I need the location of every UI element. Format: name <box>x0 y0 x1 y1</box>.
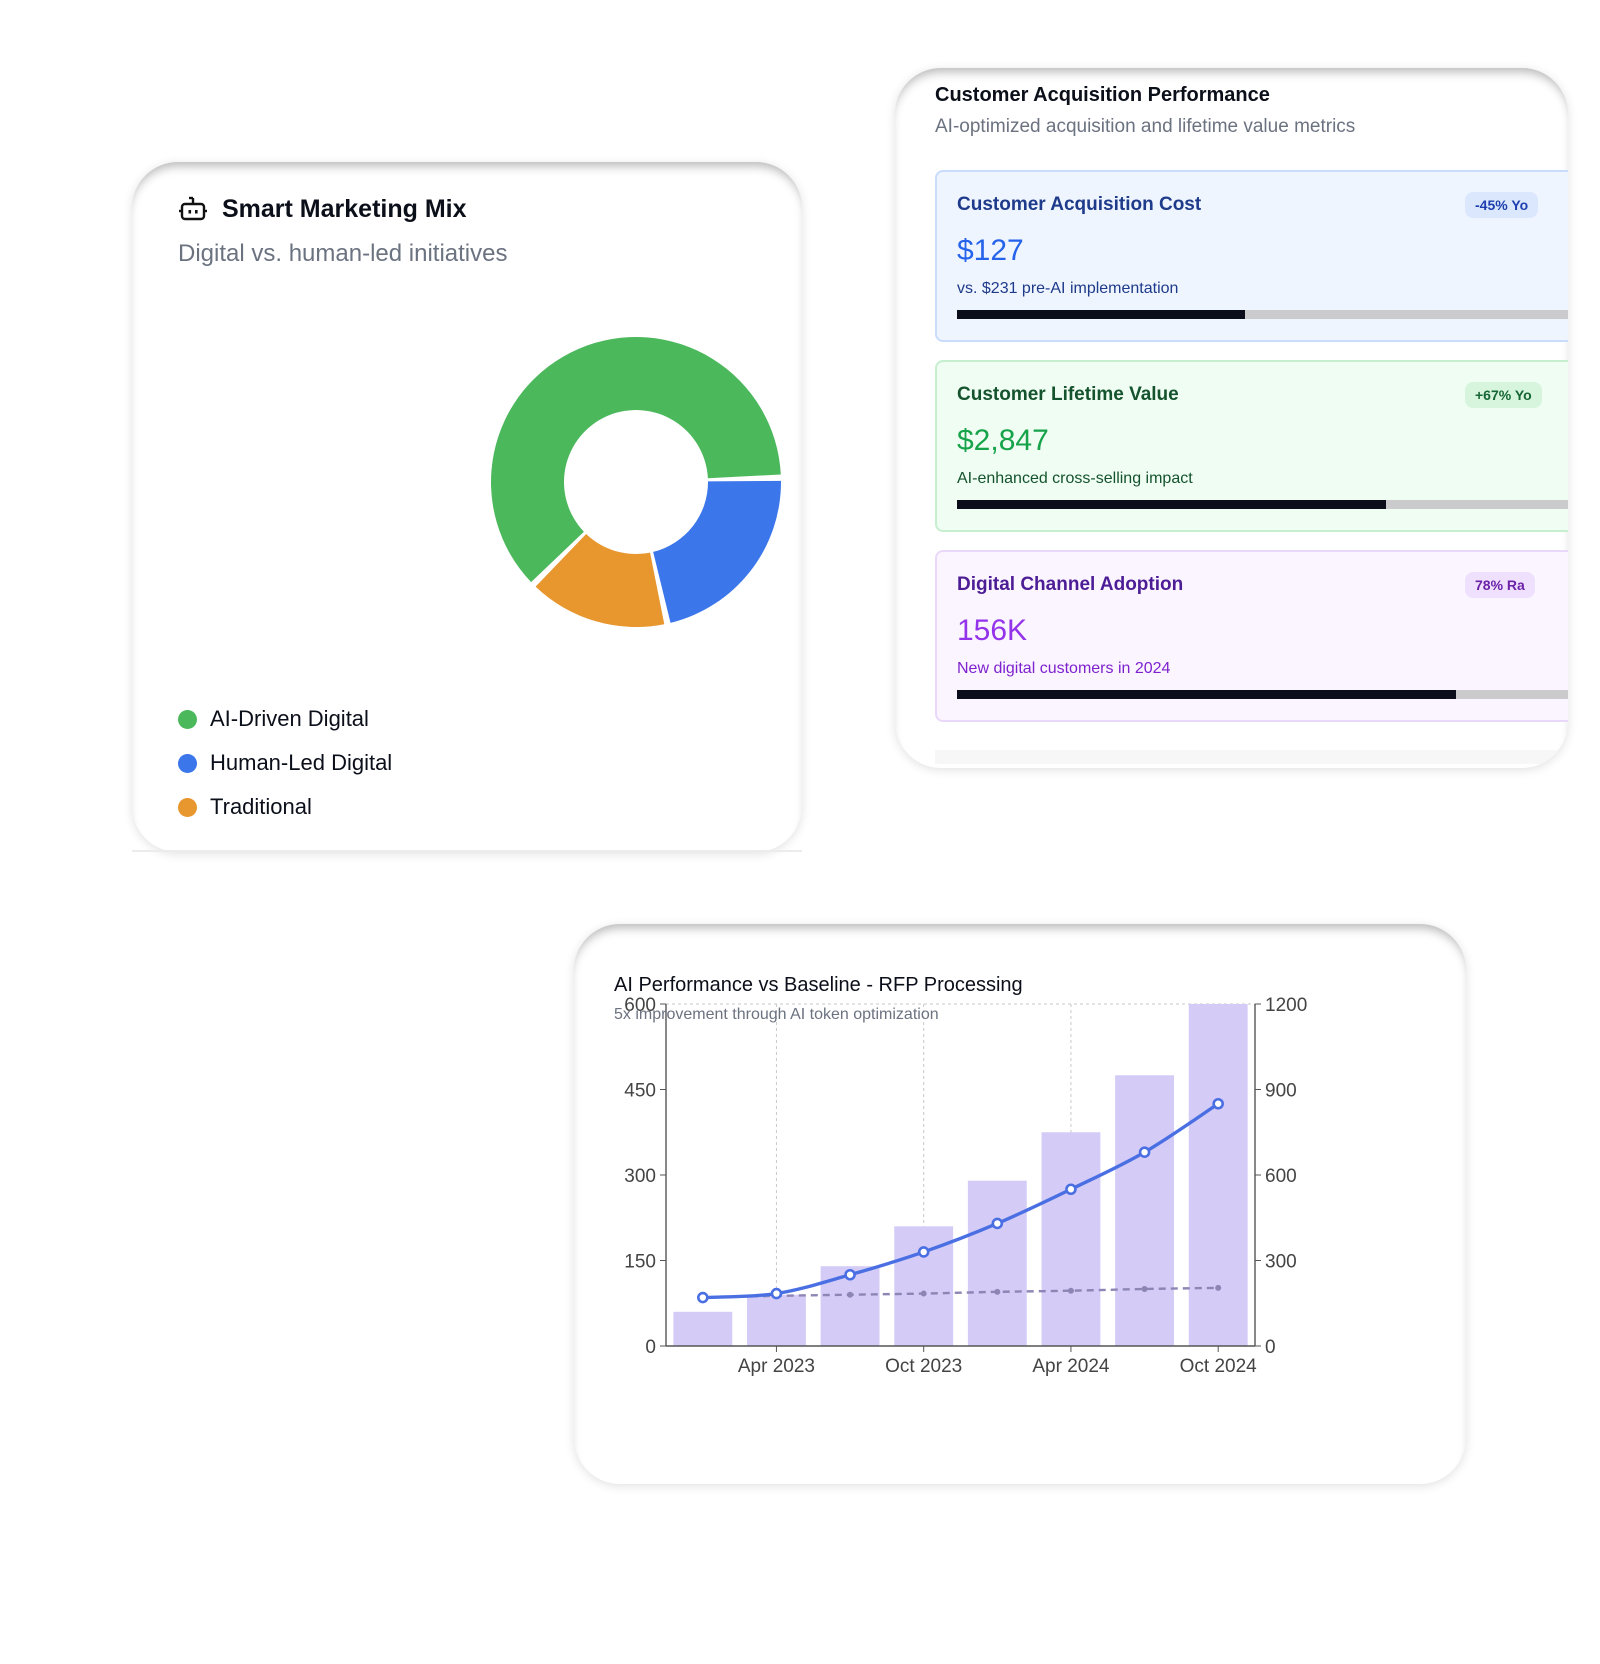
ai-performance-point <box>991 1217 1004 1230</box>
right-axis-tick-label: 1200 <box>1265 995 1307 1016</box>
marketing-mix-title: Smart Marketing Mix <box>222 194 467 223</box>
left-axis-tick-label: 450 <box>624 1081 656 1102</box>
left-axis-tick-label: 300 <box>624 1166 656 1187</box>
card-edge <box>132 850 802 852</box>
bar <box>1115 1075 1175 1346</box>
metric-note: vs. $231 pre-AI implementation <box>957 280 1179 297</box>
left-axis-tick-label: 0 <box>645 1337 656 1358</box>
x-axis-tick-label: Apr 2023 <box>738 1356 815 1377</box>
metric-acquisition-cost: Customer Acquisition Cost -45% Yo $127 v… <box>935 170 1568 342</box>
marketing-mix-legend: AI-Driven Digital Human-Led Digital Trad… <box>178 697 392 829</box>
legend-dot <box>178 753 197 773</box>
x-axis-tick-label: Apr 2024 <box>1032 1356 1110 1377</box>
right-axis-tick-label: 900 <box>1265 1081 1297 1102</box>
left-axis-tick-label: 150 <box>624 1252 656 1273</box>
metric-value: $2,847 <box>957 424 1049 457</box>
robot-icon <box>179 196 207 221</box>
acquisition-title: Customer Acquisition Performance <box>935 84 1270 106</box>
rate-badge: 78% Ra <box>1465 572 1535 598</box>
change-badge: -45% Yo <box>1465 192 1539 218</box>
metric-label: Customer Lifetime Value <box>957 384 1179 405</box>
performance-title: AI Performance vs Baseline - RFP Process… <box>614 974 1023 996</box>
x-axis-tick-label: Oct 2023 <box>885 1356 962 1377</box>
bar <box>673 1311 733 1346</box>
progress-bar <box>957 310 1568 319</box>
metric-label: Digital Channel Adoption <box>957 574 1184 595</box>
acquisition-subtitle: AI-optimized acquisition and lifetime va… <box>935 116 1356 137</box>
bar <box>1188 1004 1248 1346</box>
legend-label: AI-Driven Digital <box>210 706 369 731</box>
change-badge: +67% Yo <box>1465 382 1542 408</box>
ai-performance-point <box>917 1246 930 1258</box>
metric-value: 156K <box>957 614 1028 647</box>
acquisition-card: Customer Acquisition Performance AI-opti… <box>895 68 1568 768</box>
ai-performance-point <box>1065 1183 1077 1196</box>
metric-note: New digital customers in 2024 <box>957 660 1171 677</box>
baseline-point <box>1215 1284 1222 1291</box>
legend-item-human-led: Human-Led Digital <box>178 741 392 785</box>
progress-fill <box>957 690 1457 699</box>
x-axis-tick-label: Oct 2024 <box>1180 1356 1258 1377</box>
donut-slice-human-led <box>653 480 781 623</box>
metric-digital-adoption: Digital Channel Adoption 78% Ra 156K New… <box>935 550 1568 722</box>
legend-dot <box>178 709 197 729</box>
bar <box>967 1180 1027 1346</box>
metric-value: $127 <box>957 234 1024 267</box>
progress-fill <box>957 500 1386 509</box>
ai-performance-point <box>697 1291 709 1304</box>
legend-dot <box>178 797 197 817</box>
bar <box>746 1294 806 1346</box>
metric-note: AI-enhanced cross-selling impact <box>957 470 1193 487</box>
right-axis-tick-label: 600 <box>1265 1166 1297 1187</box>
performance-card: 0 150 300 450 600 0 300 600 900 1200 Apr 2023 Oct 2… <box>574 924 1466 1484</box>
ai-performance-point <box>1212 1097 1224 1110</box>
performance-subtitle: 5x improvement through AI token optimiza… <box>614 1006 939 1023</box>
bar <box>1041 1132 1101 1346</box>
marketing-mix-subtitle: Digital vs. human-led initiatives <box>178 240 508 267</box>
metric-label: Customer Acquisition Cost <box>957 194 1202 215</box>
card-footer-strip <box>935 750 1568 764</box>
ai-performance-point <box>844 1268 856 1281</box>
legend-label: Human-Led Digital <box>210 750 393 775</box>
metric-lifetime-value: Customer Lifetime Value +67% Yo $2,847 A… <box>935 360 1568 532</box>
baseline-point <box>920 1290 927 1297</box>
marketing-mix-donut <box>491 337 781 627</box>
baseline-point <box>994 1288 1001 1295</box>
legend-label: Traditional <box>210 794 312 819</box>
baseline-point <box>1067 1287 1074 1294</box>
legend-item-ai-driven: AI-Driven Digital <box>178 697 392 741</box>
baseline-point <box>847 1291 854 1298</box>
ai-performance-point <box>1138 1146 1151 1158</box>
ai-performance-point <box>770 1287 783 1300</box>
progress-fill <box>957 310 1245 319</box>
right-axis-tick-label: 300 <box>1265 1252 1297 1273</box>
legend-item-traditional: Traditional <box>178 785 392 829</box>
right-axis-tick-label: 0 <box>1265 1337 1276 1358</box>
marketing-mix-header: Smart Marketing Mix <box>178 194 467 224</box>
progress-bar <box>957 500 1568 509</box>
progress-bar <box>957 690 1568 699</box>
baseline-point <box>1141 1286 1148 1292</box>
marketing-mix-card: Smart Marketing Mix Digital vs. human-le… <box>132 162 802 852</box>
